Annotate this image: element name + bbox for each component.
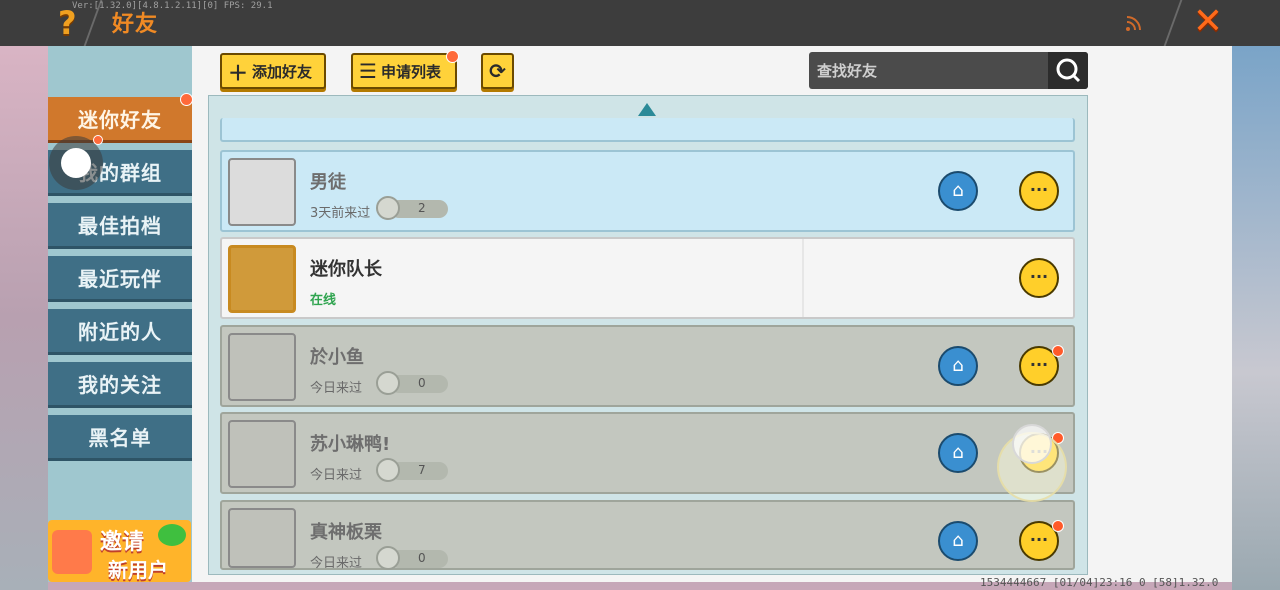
home-button[interactable]: ⌂ [938, 171, 978, 211]
sidebar-item-label: 附近的人 [78, 320, 162, 344]
chat-button[interactable]: ··· [1019, 171, 1059, 211]
avatar [228, 158, 296, 226]
list-item[interactable]: 苏小琳鸭! 今日来过 7 ⌂ ··· [220, 412, 1075, 494]
wechat-icon [158, 524, 186, 546]
scene-background-left [0, 46, 48, 590]
list-item-partial [220, 118, 1075, 142]
signal-icon [1126, 16, 1141, 31]
sidebar-item-best-partners[interactable]: 最佳拍档 [48, 203, 192, 249]
notification-dot [93, 135, 103, 145]
trophy-count: 0 [418, 551, 426, 565]
add-friend-label: 添加好友 [252, 62, 313, 81]
sidebar-item-nearby[interactable]: 附近的人 [48, 309, 192, 355]
invite-title: 邀请 [100, 530, 145, 555]
home-button[interactable]: ⌂ [938, 521, 978, 561]
friend-status: 今日来过 [310, 381, 363, 396]
trophy-icon [376, 196, 400, 220]
sidebar-item-recent-players[interactable]: 最近玩伴 [48, 256, 192, 302]
trophy-icon [376, 458, 400, 482]
chat-button[interactable]: ··· [1019, 258, 1059, 298]
invite-subtitle: 新用户 [108, 558, 168, 582]
sidebar-item-blacklist[interactable]: 黑名单 [48, 415, 192, 461]
avatar [228, 333, 296, 401]
trophy-count: 2 [418, 201, 426, 215]
avatar [228, 420, 296, 488]
friend-name: 於小鱼 [310, 347, 364, 368]
trophy-count: 0 [418, 376, 426, 390]
trophy-icon [376, 546, 400, 570]
search-bar: 查找好友 [809, 52, 1088, 89]
friend-name: 真神板栗 [310, 522, 382, 543]
refresh-icon: ⟳ [489, 59, 506, 83]
notification-dot [1052, 520, 1064, 532]
debug-info: Ver:[1.32.0][4.8.1.2.11][0] FPS: 29.1 [72, 1, 273, 11]
friend-name: 迷你队长 [310, 259, 382, 280]
divider [802, 239, 804, 317]
list-icon: ☰ [359, 59, 377, 83]
request-list-button[interactable]: ☰ 申请列表 [351, 53, 457, 89]
list-item[interactable]: 真神板栗 今日来过 0 ⌂ ··· [220, 500, 1075, 571]
plus-icon: ＋ [228, 60, 248, 85]
page-title: 好友 [112, 12, 159, 37]
home-icon: ⌂ [952, 530, 964, 551]
scene-background-right [1232, 46, 1280, 590]
home-icon: ⌂ [952, 355, 964, 376]
avatar [228, 508, 296, 568]
list-item[interactable]: 迷你队长 在线 ··· [220, 237, 1075, 319]
top-bar: ? Ver:[1.32.0][4.8.1.2.11][0] FPS: 29.1 … [0, 0, 1280, 46]
list-item[interactable]: 於小鱼 今日来过 0 ⌂ ··· [220, 325, 1075, 407]
search-input[interactable]: 查找好友 [817, 60, 877, 81]
sidebar-item-label: 最近玩伴 [78, 267, 162, 291]
friend-name: 苏小琳鸭! [310, 434, 391, 455]
sidebar-item-label: 我的关注 [78, 373, 162, 397]
divider [1163, 0, 1183, 46]
home-icon: ⌂ [952, 180, 964, 201]
sidebar-item-label: 迷你好友 [78, 108, 162, 132]
avatar [228, 245, 296, 313]
chat-bubble-icon: ··· [1029, 355, 1049, 374]
friend-status: 在线 [310, 293, 337, 308]
close-icon[interactable]: ✕ [1190, 4, 1226, 40]
home-button[interactable]: ⌂ [938, 433, 978, 473]
chat-bubble-icon: ··· [1029, 180, 1049, 199]
home-button[interactable]: ⌂ [938, 346, 978, 386]
list-item[interactable]: 男徒 3天前来过 2 ⌂ ··· [220, 150, 1075, 232]
friend-name: 男徒 [310, 172, 346, 193]
friend-status: 今日来过 [310, 468, 363, 483]
notification-dot [446, 50, 459, 63]
chat-bubble-icon: ··· [1029, 530, 1049, 549]
sidebar-item-following[interactable]: 我的关注 [48, 362, 192, 408]
sidebar-item-label: 最佳拍档 [78, 214, 162, 238]
friend-status: 3天前来过 [310, 206, 371, 221]
chat-bubble-icon: ··· [1029, 267, 1049, 286]
sidebar-item-label: 黑名单 [88, 426, 152, 450]
notification-dot [1052, 345, 1064, 357]
home-icon: ⌂ [952, 442, 964, 463]
friend-status: 今日来过 [310, 556, 363, 571]
trophy-count: 7 [418, 463, 426, 477]
search-button[interactable] [1048, 52, 1088, 89]
triangle-up-icon[interactable] [638, 103, 656, 116]
add-friend-button[interactable]: ＋ 添加好友 [220, 53, 326, 89]
gift-box-icon [52, 530, 92, 574]
magnifier-icon [1056, 58, 1081, 83]
footer-info: 1534444667 [01/04]23:16 0 [58]1.32.0 [980, 576, 1219, 589]
touch-point [1012, 424, 1052, 464]
trophy-icon [376, 371, 400, 395]
refresh-button[interactable]: ⟳ [481, 53, 514, 89]
request-list-label: 申请列表 [380, 62, 441, 81]
notification-dot [180, 93, 193, 106]
invite-new-user-banner[interactable]: 邀请 新用户 [48, 520, 191, 582]
